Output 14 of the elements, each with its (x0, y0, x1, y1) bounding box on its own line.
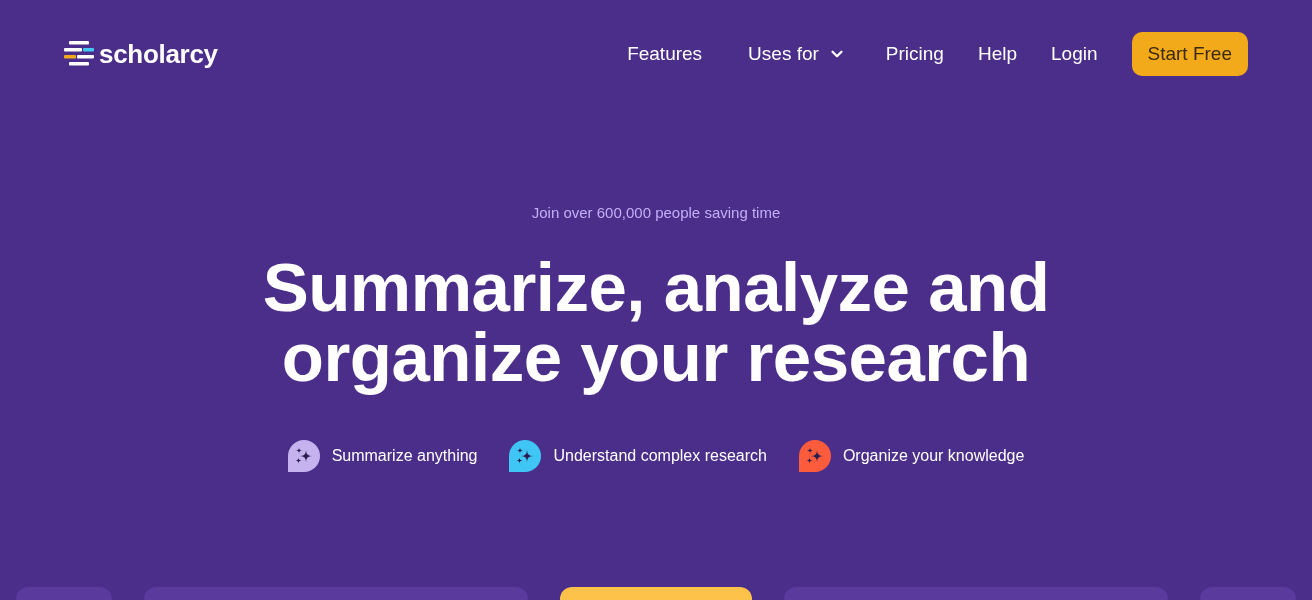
headline: Summarize, analyze and organize your research (261, 253, 1051, 393)
nav-link[interactable]: Pricing (885, 43, 944, 65)
feature-label: Organize your knowledge (842, 447, 1025, 465)
logo-icon (64, 40, 94, 68)
feature-label: Understand complex research (553, 447, 767, 465)
tagline: Join over 600,000 people saving time (531, 204, 781, 222)
nav-link[interactable]: Login (1051, 43, 1098, 65)
feature-label: Summarize anything (331, 447, 478, 465)
nav-link[interactable]: Help (977, 43, 1017, 65)
start-free-button[interactable]: Start Free (1131, 32, 1248, 76)
nav-link[interactable]: Features (621, 43, 709, 65)
logo[interactable]: scholarcy (64, 38, 218, 70)
nav-dropdown[interactable]: Uses for (742, 43, 852, 65)
logo-text: scholarcy (99, 38, 218, 70)
